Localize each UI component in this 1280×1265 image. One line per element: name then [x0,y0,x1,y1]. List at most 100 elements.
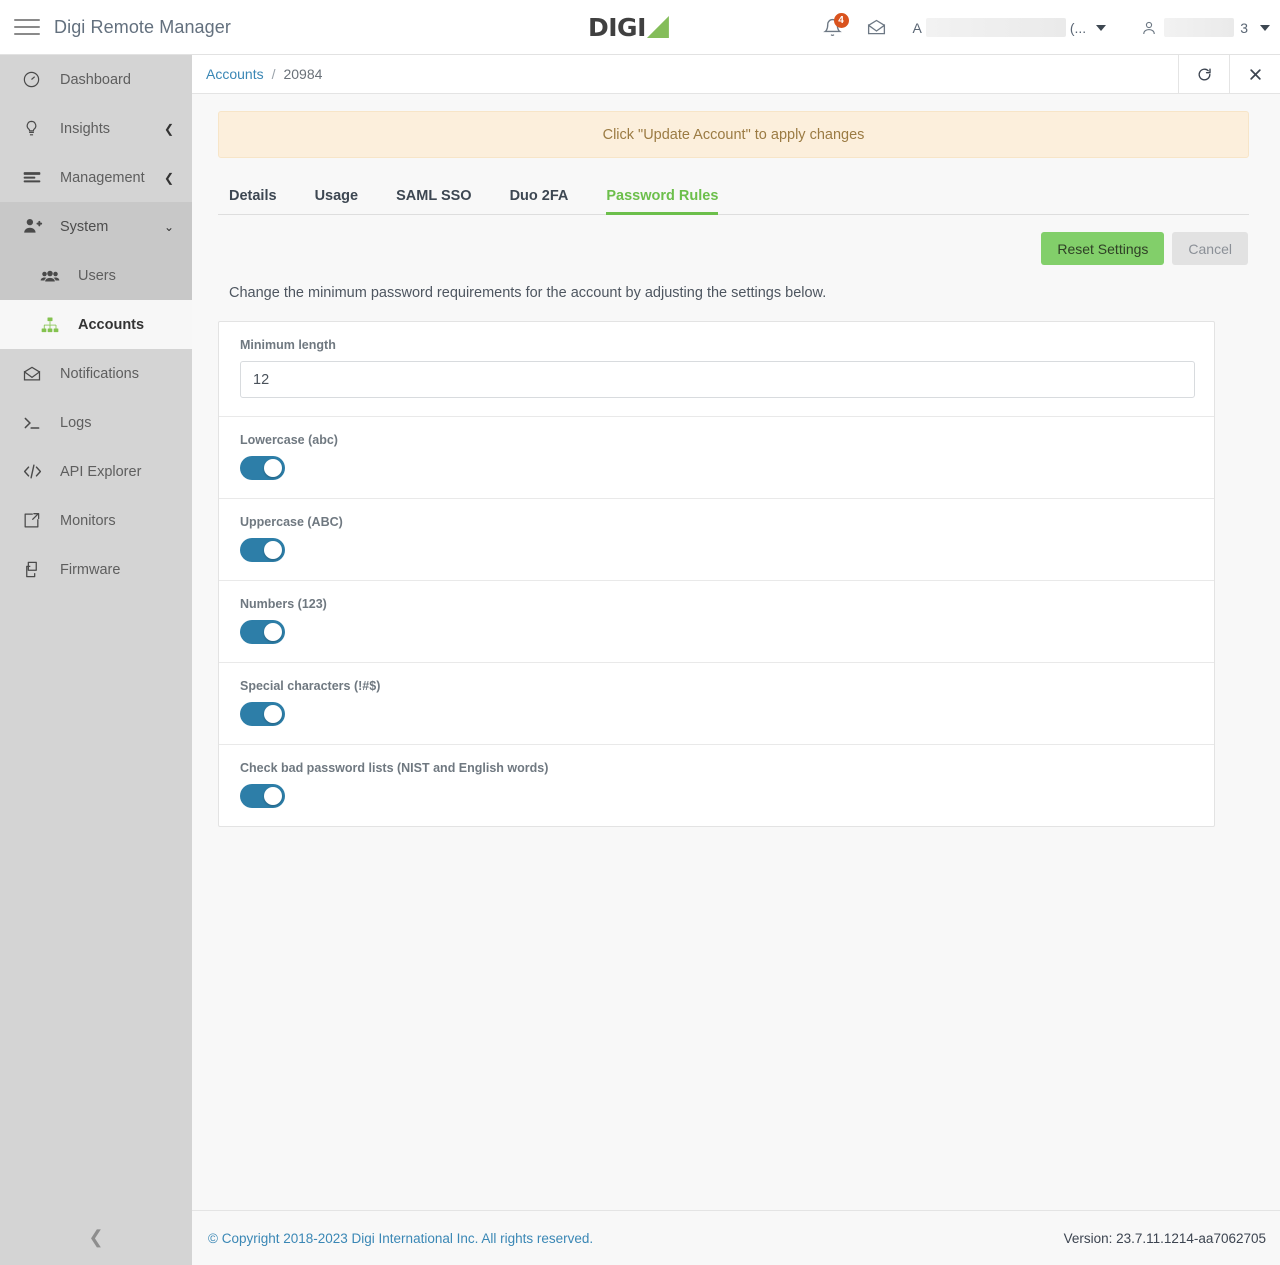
lowercase-section: Lowercase (abc) [219,417,1214,499]
hamburger-icon[interactable] [14,17,40,37]
app-title: Digi Remote Manager [54,16,231,37]
toggle-knob [264,705,282,723]
toggle-knob [264,459,282,477]
alert-message: Click "Update Account" to apply changes [602,126,865,143]
chevron-left-icon: ❮ [163,170,174,185]
external-link-icon [22,511,48,530]
special-characters-section: Special characters (!#$) [219,663,1214,745]
gauge-icon [22,70,48,89]
copyright-link[interactable]: © Copyright 2018-2023 Digi International… [208,1231,593,1246]
lowercase-label: Lowercase (abc) [240,433,338,447]
sidebar-item-label: Accounts [78,316,145,333]
chevron-down-icon: ⌄ [163,219,174,234]
main-content: Accounts / 20984 Click "Update Account" … [192,54,1280,1265]
breadcrumb-parent-link[interactable]: Accounts [206,66,264,82]
sidebar-item-label: Dashboard [60,71,131,88]
sidebar-item-label: API Explorer [60,463,142,480]
top-bar-actions: 4 A (... 3 [811,0,1270,55]
breadcrumb-bar: Accounts / 20984 [192,54,1280,94]
toggle-knob [264,541,282,559]
user-name-redacted [1164,18,1235,37]
footer: © Copyright 2018-2023 Digi International… [192,1210,1280,1265]
sidebar-item-label: Monitors [60,512,116,529]
tab-duo-2fa[interactable]: Duo 2FA [510,188,569,214]
special-characters-label: Special characters (!#$) [240,679,381,693]
sidebar-item-firmware[interactable]: Firmware [0,545,192,594]
special-characters-toggle[interactable] [240,702,285,726]
messages-button[interactable] [855,6,899,50]
account-name-redacted [925,18,1066,37]
breadcrumb-actions [1178,54,1280,94]
logo-text: DIGI [588,13,646,42]
top-bar: Digi Remote Manager DIGI 4 A (... 3 [0,0,1280,55]
logo-triangle-icon [646,16,669,38]
uppercase-section: Uppercase (ABC) [219,499,1214,581]
sidebar: Dashboard Insights ❮ Management ❮ System… [0,55,192,1265]
uppercase-label: Uppercase (ABC) [240,515,343,529]
layers-icon [22,560,48,579]
bad-password-lists-toggle[interactable] [240,784,285,808]
terminal-icon [22,413,48,433]
refresh-button[interactable] [1178,54,1229,94]
sidebar-item-monitors[interactable]: Monitors [0,496,192,545]
uppercase-toggle[interactable] [240,538,285,562]
sidebar-item-label: Notifications [60,365,139,382]
password-rules-card: Minimum length Lowercase (abc) Uppercase… [218,321,1215,827]
close-button[interactable] [1229,54,1280,94]
account-suffix: (... [1069,19,1087,36]
sidebar-item-label: System [60,218,109,235]
sidebar-item-label: Logs [60,414,92,431]
minimum-length-label: Minimum length [240,338,336,352]
panel-description: Change the minimum password requirements… [229,285,827,301]
chevron-left-icon: ❮ [88,1227,104,1247]
toggle-knob [264,787,282,805]
sidebar-collapse-button[interactable]: ❮ [0,1210,192,1265]
sidebar-item-accounts[interactable]: Accounts [0,300,192,349]
user-icon [1143,21,1156,34]
sidebar-item-system[interactable]: System ⌄ [0,202,192,251]
user-suffix: 3 [1240,19,1248,36]
bad-password-lists-label: Check bad password lists (NIST and Engli… [240,761,549,775]
sidebar-item-logs[interactable]: Logs [0,398,192,447]
chevron-left-icon: ❮ [163,121,174,136]
account-selector[interactable]: A (... [913,18,1107,37]
envelope-icon [867,19,886,35]
tab-saml-sso[interactable]: SAML SSO [396,188,471,214]
sidebar-item-users[interactable]: Users [0,251,192,300]
sidebar-item-api-explorer[interactable]: API Explorer [0,447,192,496]
password-rules-panel: Click "Update Account" to apply changes … [192,94,1280,827]
lightbulb-icon [22,119,48,138]
cancel-button[interactable]: Cancel [1172,232,1248,265]
envelope-icon [22,364,48,384]
minimum-length-input[interactable] [240,361,1195,398]
breadcrumb-current: 20984 [283,66,323,82]
notification-badge: 4 [833,12,849,28]
notifications-button[interactable]: 4 [811,6,855,50]
numbers-toggle[interactable] [240,620,285,644]
tab-password-rules[interactable]: Password Rules [606,188,719,215]
org-tree-icon [40,315,66,335]
sidebar-item-label: Firmware [60,561,121,578]
sidebar-item-management[interactable]: Management ❮ [0,153,192,202]
sidebar-item-notifications[interactable]: Notifications [0,349,192,398]
update-account-alert: Click "Update Account" to apply changes [218,111,1249,158]
breadcrumb-separator: / [271,66,276,82]
sidebar-item-label: Management [60,169,145,186]
action-buttons: Reset Settings Cancel [218,232,1249,265]
sidebar-item-dashboard[interactable]: Dashboard [0,55,192,104]
digi-logo: DIGI [588,15,669,40]
user-menu[interactable]: 3 [1140,18,1270,37]
tab-usage[interactable]: Usage [315,188,359,214]
version-text: Version: 23.7.11.1214-aa7062705 [1063,1230,1266,1246]
sidebar-item-insights[interactable]: Insights ❮ [0,104,192,153]
reset-settings-button[interactable]: Reset Settings [1041,232,1165,265]
refresh-icon [1198,68,1211,80]
chevron-down-icon [1096,24,1107,31]
numbers-label: Numbers (123) [240,597,327,611]
sidebar-item-label: Users [78,267,116,284]
tab-details[interactable]: Details [229,188,277,214]
account-prefix: A [912,19,922,36]
list-icon [22,168,48,188]
code-icon [22,461,48,482]
lowercase-toggle[interactable] [240,456,285,480]
